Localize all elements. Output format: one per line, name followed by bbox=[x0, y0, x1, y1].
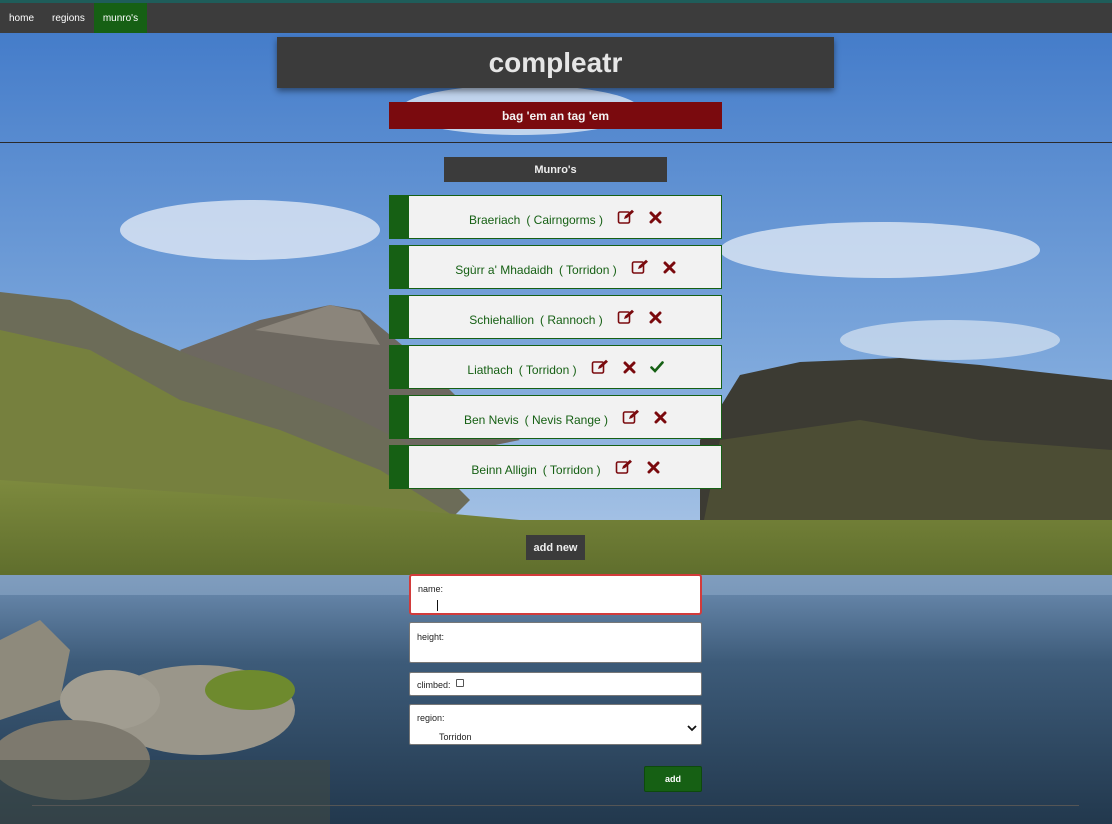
card-stripe bbox=[390, 396, 409, 438]
height-label: height: bbox=[417, 632, 445, 642]
name-label: name: bbox=[418, 584, 444, 594]
edit-icon[interactable] bbox=[622, 409, 640, 425]
edit-icon[interactable] bbox=[615, 459, 633, 475]
munros-section-title: Munro's bbox=[444, 157, 667, 182]
check-icon bbox=[649, 361, 664, 373]
delete-icon[interactable] bbox=[654, 411, 667, 424]
munro-name: Ben Nevis bbox=[463, 413, 519, 427]
card-stripe bbox=[390, 196, 409, 238]
main-content: compleatr bag 'em an tag 'em Munro's Bra… bbox=[0, 0, 1112, 824]
munro-card[interactable]: Ben Nevis ( Nevis Range ) bbox=[389, 395, 722, 439]
nav-munros[interactable]: munro's bbox=[93, 3, 148, 33]
munro-card[interactable]: Braeriach ( Cairngorms ) bbox=[389, 195, 722, 239]
name-field[interactable]: name: bbox=[409, 574, 702, 615]
text-caret bbox=[437, 600, 438, 611]
delete-icon[interactable] bbox=[647, 461, 660, 474]
munro-card[interactable]: Liathach ( Torridon ) bbox=[389, 345, 722, 389]
munro-region: ( Cairngorms ) bbox=[526, 213, 604, 227]
delete-icon[interactable] bbox=[649, 211, 662, 224]
climbed-checkbox[interactable] bbox=[456, 679, 464, 687]
delete-icon[interactable] bbox=[649, 311, 662, 324]
card-stripe bbox=[390, 446, 409, 488]
munro-region: ( Rannoch ) bbox=[540, 313, 603, 327]
munro-card[interactable]: Sgùrr a' Mhadaidh ( Torridon ) bbox=[389, 245, 722, 289]
munro-list: Braeriach ( Cairngorms ) Sgùrr a' Mhadaidh… bbox=[389, 195, 722, 495]
edit-icon[interactable] bbox=[617, 209, 635, 225]
munro-name: Schiehallion bbox=[469, 313, 534, 327]
munro-text: Sgùrr a' Mhadaidh ( Torridon ) bbox=[455, 263, 616, 277]
region-selected-value: Torridon bbox=[439, 732, 472, 742]
nav-home[interactable]: home bbox=[0, 3, 43, 33]
region-label: region: bbox=[417, 713, 445, 723]
munro-region: ( Torridon ) bbox=[518, 363, 577, 377]
munro-text: Liathach ( Torridon ) bbox=[467, 363, 576, 377]
edit-icon[interactable] bbox=[591, 359, 609, 375]
munro-name: Sgùrr a' Mhadaidh bbox=[455, 263, 553, 277]
height-field[interactable]: height: bbox=[409, 622, 702, 663]
add-button[interactable]: add bbox=[644, 766, 702, 792]
edit-icon[interactable] bbox=[617, 309, 635, 325]
nav-regions[interactable]: regions bbox=[43, 3, 94, 33]
munro-name: Liathach bbox=[467, 363, 513, 377]
munro-text: Schiehallion ( Rannoch ) bbox=[469, 313, 602, 327]
edit-icon[interactable] bbox=[631, 259, 649, 275]
munro-name: Braeriach bbox=[468, 213, 521, 227]
delete-icon[interactable] bbox=[663, 261, 676, 274]
card-stripe bbox=[390, 246, 409, 288]
add-new-title: add new bbox=[526, 535, 585, 560]
munro-card[interactable]: Beinn Alligin ( Torridon ) bbox=[389, 445, 722, 489]
munro-region: ( Nevis Range ) bbox=[524, 413, 609, 427]
footer-divider bbox=[32, 805, 1079, 806]
munro-text: Ben Nevis ( Nevis Range ) bbox=[464, 413, 608, 427]
munro-text: Beinn Alligin ( Torridon ) bbox=[471, 463, 600, 477]
munro-name: Beinn Alligin bbox=[471, 463, 537, 477]
top-nav: home regions munro's bbox=[0, 0, 1112, 33]
name-input[interactable] bbox=[431, 598, 681, 612]
climbed-field: climbed: bbox=[409, 672, 702, 696]
munro-card[interactable]: Schiehallion ( Rannoch ) bbox=[389, 295, 722, 339]
munro-region: ( Torridon ) bbox=[558, 263, 617, 277]
tagline-banner: bag 'em an tag 'em bbox=[389, 102, 722, 129]
munro-text: Braeriach ( Cairngorms ) bbox=[469, 213, 603, 227]
chevron-down-icon bbox=[687, 719, 697, 737]
climbed-label: climbed: bbox=[417, 680, 451, 690]
region-select[interactable]: region: Torridon bbox=[409, 704, 702, 745]
divider bbox=[0, 142, 1112, 143]
card-stripe bbox=[390, 346, 409, 388]
delete-icon[interactable] bbox=[623, 361, 636, 374]
height-input[interactable] bbox=[430, 645, 680, 659]
app-title: compleatr bbox=[277, 37, 834, 88]
card-stripe bbox=[390, 296, 409, 338]
munro-region: ( Torridon ) bbox=[542, 463, 601, 477]
